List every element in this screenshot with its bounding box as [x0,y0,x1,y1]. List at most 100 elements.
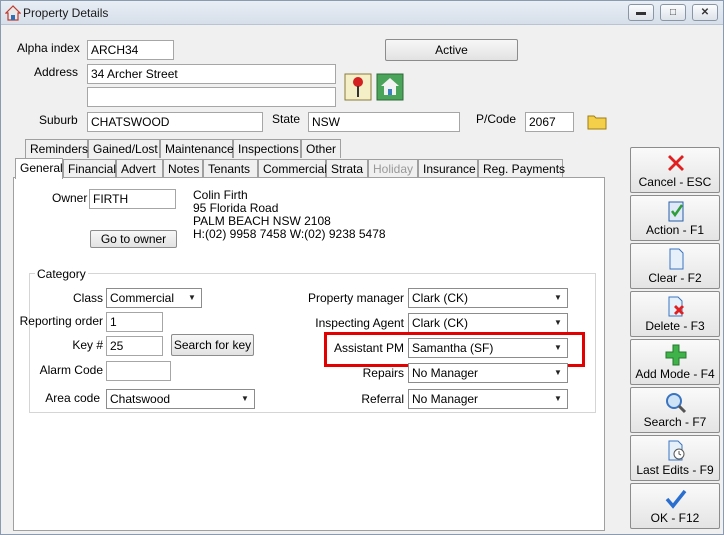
window-title: Property Details [23,6,109,20]
tab-tenants[interactable]: Tenants [203,159,258,178]
tab-maintenance[interactable]: Maintenance [160,139,234,158]
page-clock-icon [668,440,685,461]
inspecting-agent-select[interactable]: Clark (CK) ▼ [408,313,568,333]
folder-icon[interactable] [587,112,607,130]
search-for-key-button[interactable]: Search for key [171,334,254,356]
tab-reg-payments[interactable]: Reg. Payments [478,159,565,178]
class-value: Commercial [110,291,175,305]
house-icon[interactable] [376,73,404,101]
add-mode-button-label: Add Mode - F4 [635,367,715,381]
delete-page-icon [668,296,684,317]
inspecting-agent-label: Inspecting Agent [315,316,404,330]
tab-financial[interactable]: Financial [63,159,116,178]
tab-general[interactable]: General [15,158,63,179]
chevron-down-icon: ▼ [554,318,562,327]
alarm-code-label: Alarm Code [39,363,103,377]
go-to-owner-button[interactable]: Go to owner [90,230,177,248]
property-manager-value: Clark (CK) [412,291,468,305]
house-app-icon [5,5,21,21]
tab-inspections[interactable]: Inspections [233,139,301,158]
class-label: Class [72,291,103,305]
suburb-field[interactable]: CHATSWOOD [87,112,263,132]
address-line1-field[interactable]: 34 Archer Street [87,64,336,84]
blank-page-icon [669,248,684,270]
tab-strata[interactable]: Strata [326,159,368,178]
alarm-code-field[interactable] [106,361,171,381]
tab-reminders[interactable]: Reminders [25,139,88,158]
address-line2-field[interactable] [87,87,336,107]
last-edits-button[interactable]: Last Edits - F9 [630,435,720,481]
postcode-field[interactable]: 2067 [525,112,574,132]
delete-button[interactable]: Delete - F3 [630,291,720,337]
owner-city: PALM BEACH NSW 2108 [193,214,331,228]
magnifier-icon [666,393,687,414]
referral-label: Referral [361,392,404,406]
tab-commercial[interactable]: Commercial [258,159,327,178]
property-details-window: Property Details ▬ □ ✕ Alpha index ARCH3… [0,0,724,535]
map-pin-icon[interactable] [344,73,372,101]
tab-gained-lost[interactable]: Gained/Lost [88,139,160,158]
clear-button[interactable]: Clear - F2 [630,243,720,289]
action-button[interactable]: Action - F1 [630,195,720,241]
chevron-down-icon: ▼ [241,394,249,403]
ok-button-label: OK - F12 [650,511,700,525]
close-button[interactable]: ✕ [692,4,718,21]
search-button[interactable]: Search - F7 [630,387,720,433]
postcode-label: P/Code [476,112,517,126]
repairs-value: No Manager [412,366,479,380]
area-code-label: Area code [45,391,100,405]
owner-phones: H:(02) 9958 7458 W:(02) 9238 5478 [193,227,386,241]
tab-other[interactable]: Other [301,139,341,158]
search-button-label: Search - F7 [643,415,707,429]
alpha-index-label: Alpha index [17,41,80,55]
alpha-index-field[interactable]: ARCH34 [87,40,174,60]
delete-button-label: Delete - F3 [645,319,705,333]
tab-advert[interactable]: Advert [116,159,163,178]
title-bar: Property Details ▬ □ ✕ [1,1,723,25]
state-label: State [272,112,301,126]
cancel-button-label: Cancel - ESC [638,175,712,189]
add-mode-button[interactable]: Add Mode - F4 [630,339,720,385]
chevron-down-icon: ▼ [554,394,562,403]
property-manager-select[interactable]: Clark (CK) ▼ [408,288,568,308]
checklist-icon [668,201,684,222]
last-edits-button-label: Last Edits - F9 [636,463,714,477]
owner-name: Colin Firth [193,188,248,202]
area-code-value: Chatswood [110,392,171,406]
area-code-select[interactable]: Chatswood ▼ [106,389,255,409]
repairs-select[interactable]: No Manager ▼ [408,363,568,383]
suburb-label: Suburb [39,113,78,127]
minimize-button[interactable]: ▬ [628,4,654,21]
action-button-label: Action - F1 [645,223,705,237]
owner-street: 95 Florida Road [193,201,279,215]
chevron-down-icon: ▼ [554,368,562,377]
category-title: Category [35,267,88,281]
key-label: Key # [72,338,103,352]
maximize-button[interactable]: □ [660,4,686,21]
tab-holiday: Holiday [368,159,418,178]
chevron-down-icon: ▼ [554,293,562,302]
referral-select[interactable]: No Manager ▼ [408,389,568,409]
key-field[interactable]: 25 [106,336,163,356]
reporting-order-field[interactable]: 1 [106,312,163,332]
tab-insurance[interactable]: Insurance [418,159,478,178]
cancel-button[interactable]: Cancel - ESC [630,147,720,193]
repairs-label: Repairs [362,366,404,380]
reporting-order-label: Reporting order [19,314,103,328]
active-button[interactable]: Active [385,39,518,61]
red-x-icon [668,155,684,171]
green-plus-icon [665,344,687,366]
assistant-pm-highlight [324,332,585,367]
chevron-down-icon: ▼ [188,293,196,302]
inspecting-agent-value: Clark (CK) [412,316,468,330]
class-select[interactable]: Commercial ▼ [106,288,202,308]
state-field[interactable]: NSW [308,112,460,132]
property-manager-label: Property manager [307,291,404,305]
owner-code-field[interactable]: FIRTH [89,189,176,209]
checkmark-icon [665,489,687,509]
ok-button[interactable]: OK - F12 [630,483,720,529]
clear-button-label: Clear - F2 [648,271,702,285]
address-label: Address [34,65,79,79]
tab-notes[interactable]: Notes [163,159,203,178]
referral-value: No Manager [412,392,479,406]
